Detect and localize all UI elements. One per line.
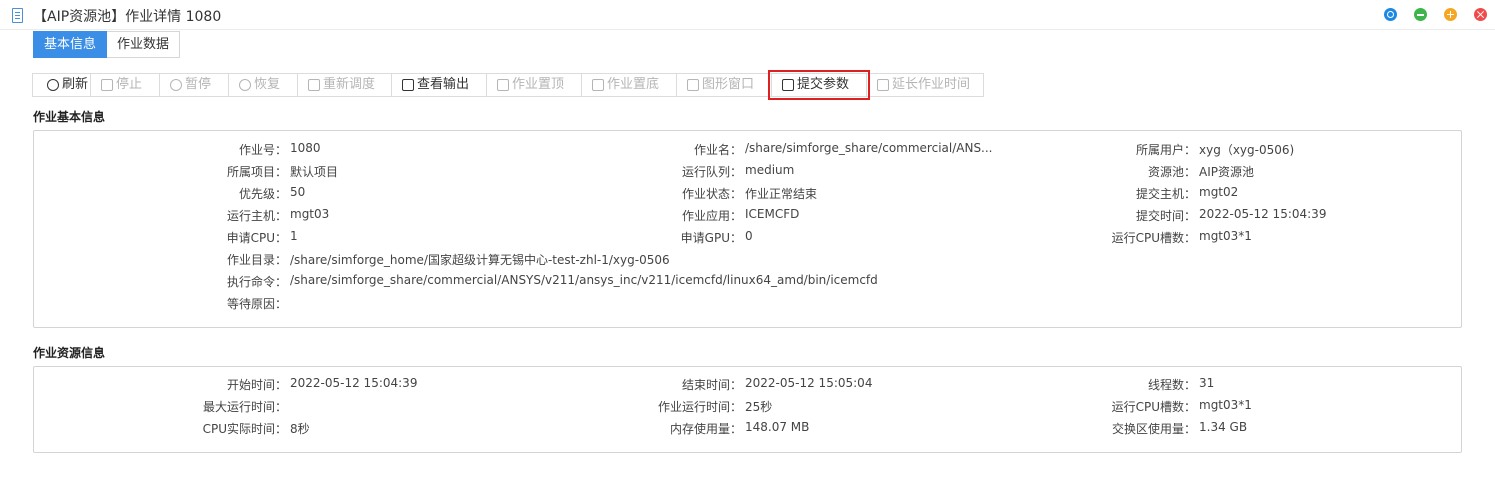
info-row: 执行命令：/share/simforge_share/commercial/AN… [34,273,1461,289]
info-label: 所属用户： [1135,143,1196,157]
resume-icon: resume-icon [239,79,251,91]
toolbar-button-2[interactable]: pause-icon暂停 [159,73,229,97]
info-row: 提交主机： mgt02 [34,185,1461,201]
reschedule-icon: reschedule-icon [308,79,320,91]
toolbar-button-7[interactable]: pin-bottom-icon作业置底 [581,73,677,97]
info-row: 运行CPU槽数： mgt03*1 [34,229,1461,245]
toolbar-button-4[interactable]: reschedule-icon重新调度 [297,73,392,97]
info-label: 线程数： [1147,378,1196,392]
toolbar-button-label: 重新调度 [323,77,376,92]
toolbar-button-label: 暂停 [185,77,212,92]
toolbar-button-8[interactable]: graphic-window-icon图形窗口 [676,73,772,97]
info-value: 1.34 GB [1199,420,1248,434]
graphic-window-icon: graphic-window-icon [687,79,699,91]
toolbar-button-5[interactable]: view-output-icon查看输出 [391,73,487,97]
info-value: AIP资源池 [1199,165,1254,179]
info-label: 资源池： [1147,165,1196,179]
toolbar-button-label: 延长作业时间 [892,77,971,92]
info-label: 运行CPU槽数： [1111,231,1196,245]
restore-icon[interactable] [1384,8,1397,21]
toolbar-button-label: 查看输出 [417,77,470,92]
minimize-icon[interactable] [1414,8,1427,21]
resource-info-panel: 开始时间： 2022-05-12 15:04:39 最大运行时间： CPU实际时间： 8… [33,366,1462,453]
info-label: 执行命令： [226,275,287,289]
toolbar-button-label: 提交参数 [797,77,850,92]
toolbar-button-10[interactable]: edit-icon延长作业时间 [866,73,984,97]
info-value: mgt03*1 [1199,229,1252,243]
info-value: xyg（xyg-0506) [1199,143,1295,157]
toolbar-button-label: 恢复 [254,77,281,92]
toolbar-button-1[interactable]: stop-icon停止 [90,73,160,97]
info-label: 提交时间： [1135,209,1196,223]
info-label: 等待原因： [226,297,287,311]
basic-info-panel: 作业号： 1080 所属项目： 默认项目 优先级： 50 运行主机： mgt03 申请CPU： 1… [33,130,1462,328]
toolbar-button-6[interactable]: pin-top-icon作业置顶 [486,73,582,97]
info-value: mgt02 [1199,185,1239,199]
document-icon [12,8,23,23]
toolbar-button-3[interactable]: resume-icon恢复 [228,73,298,97]
info-row: 交换区使用量： 1.34 GB [34,420,1461,436]
pin-top-icon: pin-top-icon [497,79,509,91]
resource-info-title: 作业资源信息 [33,346,106,360]
info-row: 作业目录：/share/simforge_home/国家超级计算无锡中心-tes… [34,251,1461,267]
info-row: 所属用户： xyg（xyg-0506) [34,141,1461,157]
info-value: 31 [1199,376,1215,390]
maximize-icon[interactable] [1444,8,1457,21]
tab-bar: 基本信息 作业数据 [33,31,181,58]
toolbar-button-label: 图形窗口 [702,77,755,92]
info-row: 运行CPU槽数： mgt03*1 [34,398,1461,414]
stop-icon: stop-icon [101,79,113,91]
pin-bottom-icon: pin-bottom-icon [592,79,604,91]
info-value: /share/simforge_home/国家超级计算无锡中心-test-zhl… [290,253,670,267]
info-label: 作业目录： [226,253,287,267]
close-icon[interactable] [1474,8,1487,21]
info-row: 资源池： AIP资源池 [34,163,1461,179]
info-value: mgt03*1 [1199,398,1252,412]
title-bar: 【AIP资源池】作业详情 1080 [0,0,1495,30]
tab-job-data[interactable]: 作业数据 [107,31,181,58]
edit-icon: edit-icon [782,79,794,91]
info-label: 运行CPU槽数： [1111,400,1196,414]
info-row: 提交时间： 2022-05-12 15:04:39 [34,207,1461,223]
info-value: 2022-05-12 15:04:39 [1199,207,1327,221]
window-title: 【AIP资源池】作业详情 1080 [33,9,222,25]
toolbar-button-label: 刷新 [62,77,89,92]
toolbar-button-label: 作业置顶 [512,77,565,92]
info-row: 线程数： 31 [34,376,1461,392]
tab-basic-info[interactable]: 基本信息 [33,31,108,58]
view-output-icon: view-output-icon [402,79,414,91]
basic-info-title: 作业基本信息 [33,110,106,124]
refresh-icon: refresh-icon [47,79,59,91]
pause-icon: pause-icon [170,79,182,91]
info-label: 交换区使用量： [1111,422,1196,436]
info-row: 等待原因： [34,295,1461,311]
info-label: 提交主机： [1135,187,1196,201]
toolbar-button-label: 停止 [116,77,143,92]
toolbar: refresh-icon刷新stop-icon停止pause-icon暂停res… [32,70,984,100]
edit-icon: edit-icon [877,79,889,91]
info-value: /share/simforge_share/commercial/ANSYS/v… [290,273,878,287]
toolbar-button-0[interactable]: refresh-icon刷新 [32,73,91,97]
toolbar-button-label: 作业置底 [607,77,660,92]
toolbar-button-9[interactable]: edit-icon提交参数 [768,70,870,100]
